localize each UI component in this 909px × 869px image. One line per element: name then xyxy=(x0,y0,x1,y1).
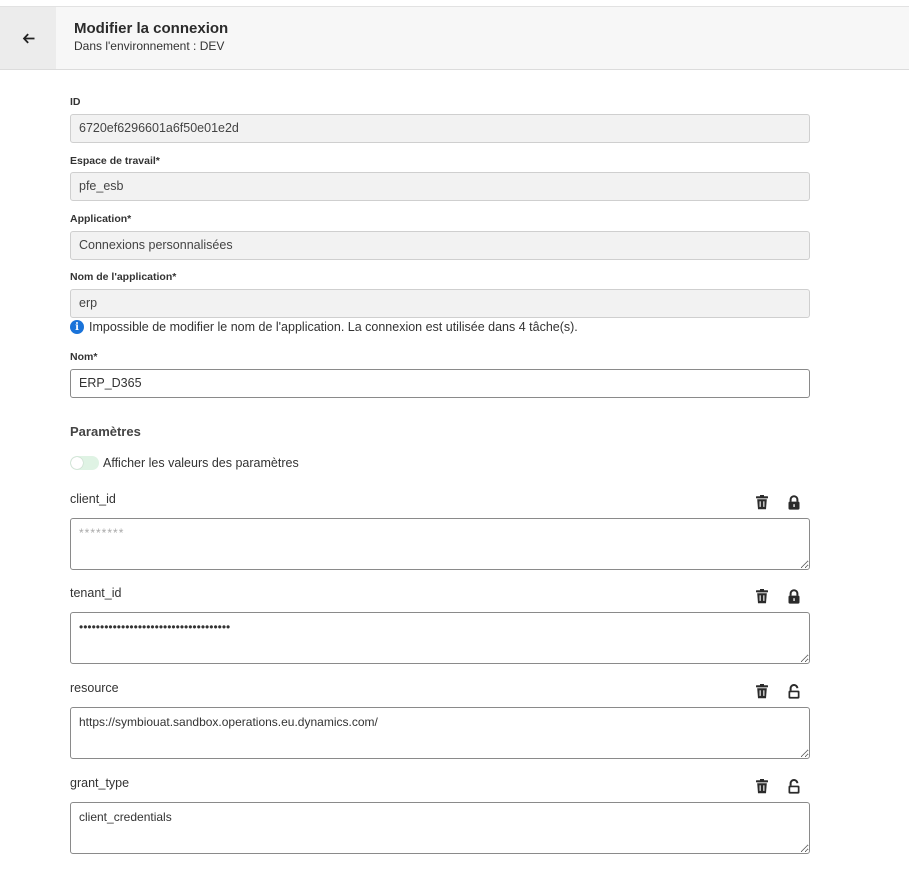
application-label: Application* xyxy=(70,213,132,225)
trash-icon[interactable] xyxy=(754,778,770,794)
param-input-tenant-id[interactable]: •••••••••••••••••••••••••••••••••••• xyxy=(70,612,810,664)
param-actions-client-id xyxy=(754,494,802,510)
parameters-title: Paramètres xyxy=(70,424,141,439)
page-title: Modifier la connexion xyxy=(74,20,229,37)
page-header: Modifier la connexion Dans l'environneme… xyxy=(0,6,909,70)
param-actions-resource xyxy=(754,683,802,699)
param-label-client-id: client_id xyxy=(70,492,116,506)
lock-icon[interactable] xyxy=(786,588,802,604)
back-button[interactable] xyxy=(0,7,56,69)
info-icon: i xyxy=(70,320,84,334)
environment-subtitle: Dans l'environnement : DEV xyxy=(74,39,225,53)
arrow-left-icon xyxy=(22,33,34,43)
param-actions-grant-type xyxy=(754,778,802,794)
param-label-tenant-id: tenant_id xyxy=(70,586,122,600)
param-input-grant-type[interactable]: client_credentials xyxy=(70,802,810,854)
name-label: Nom* xyxy=(70,351,98,363)
app-name-field[interactable]: erp xyxy=(70,289,810,318)
application-field[interactable]: Connexions personnalisées xyxy=(70,231,810,260)
id-label: ID xyxy=(70,96,81,108)
show-values-label: Afficher les valeurs des paramètres xyxy=(103,456,299,470)
trash-icon[interactable] xyxy=(754,588,770,604)
param-label-grant-type: grant_type xyxy=(70,776,130,790)
unlock-icon[interactable] xyxy=(786,778,802,794)
workspace-field[interactable]: pfe_esb xyxy=(70,172,810,201)
app-name-info: i Impossible de modifier le nom de l'app… xyxy=(70,320,578,334)
show-values-toggle-row: Afficher les valeurs des paramètres xyxy=(70,456,299,470)
param-actions-tenant-id xyxy=(754,588,802,604)
trash-icon[interactable] xyxy=(754,683,770,699)
app-name-label: Nom de l'application* xyxy=(70,271,177,283)
unlock-icon[interactable] xyxy=(786,683,802,699)
workspace-label: Espace de travail* xyxy=(70,155,160,167)
toggle-knob xyxy=(71,457,83,469)
param-label-resource: resource xyxy=(70,681,119,695)
lock-icon[interactable] xyxy=(786,494,802,510)
app-name-info-text: Impossible de modifier le nom de l'appli… xyxy=(89,320,578,334)
param-input-client-id[interactable] xyxy=(70,518,810,570)
id-field[interactable]: 6720ef6296601a6f50e01e2d xyxy=(70,114,810,143)
show-values-toggle[interactable] xyxy=(70,456,99,470)
param-input-resource[interactable]: https://symbiouat.sandbox.operations.eu.… xyxy=(70,707,810,759)
name-input[interactable]: ERP_D365 xyxy=(70,369,810,398)
trash-icon[interactable] xyxy=(754,494,770,510)
